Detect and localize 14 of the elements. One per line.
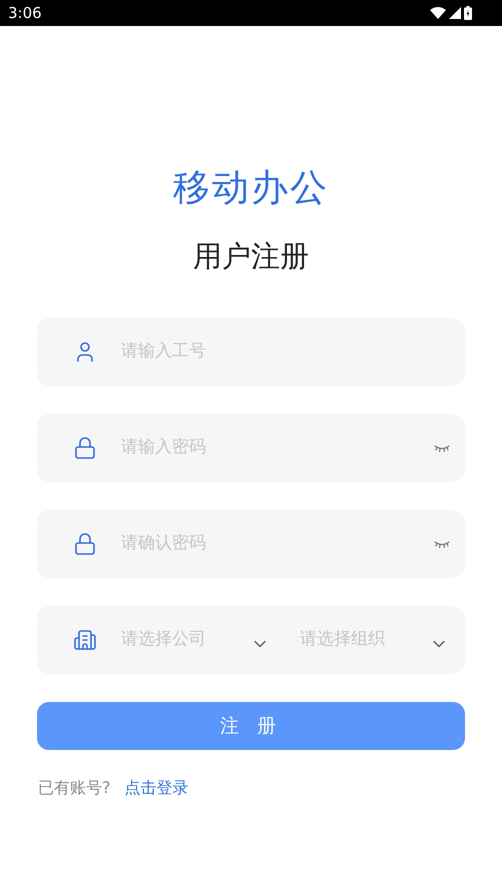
status-time: 3:06 bbox=[8, 2, 42, 24]
eye-closed-icon[interactable] bbox=[433, 443, 451, 453]
building-icon bbox=[73, 628, 97, 652]
login-prompt: 已有账号? bbox=[38, 777, 110, 799]
eye-closed-icon[interactable] bbox=[433, 539, 451, 549]
register-button[interactable]: 注 册 bbox=[37, 702, 465, 750]
page-title: 用户注册 bbox=[193, 238, 309, 274]
app-title: 移动办公 bbox=[173, 166, 329, 210]
lock-icon bbox=[73, 532, 97, 556]
battery-icon bbox=[464, 6, 472, 20]
signal-icon bbox=[449, 7, 461, 19]
wifi-icon bbox=[430, 7, 446, 19]
lock-icon bbox=[73, 436, 97, 460]
login-link[interactable]: 点击登录 bbox=[124, 776, 188, 800]
